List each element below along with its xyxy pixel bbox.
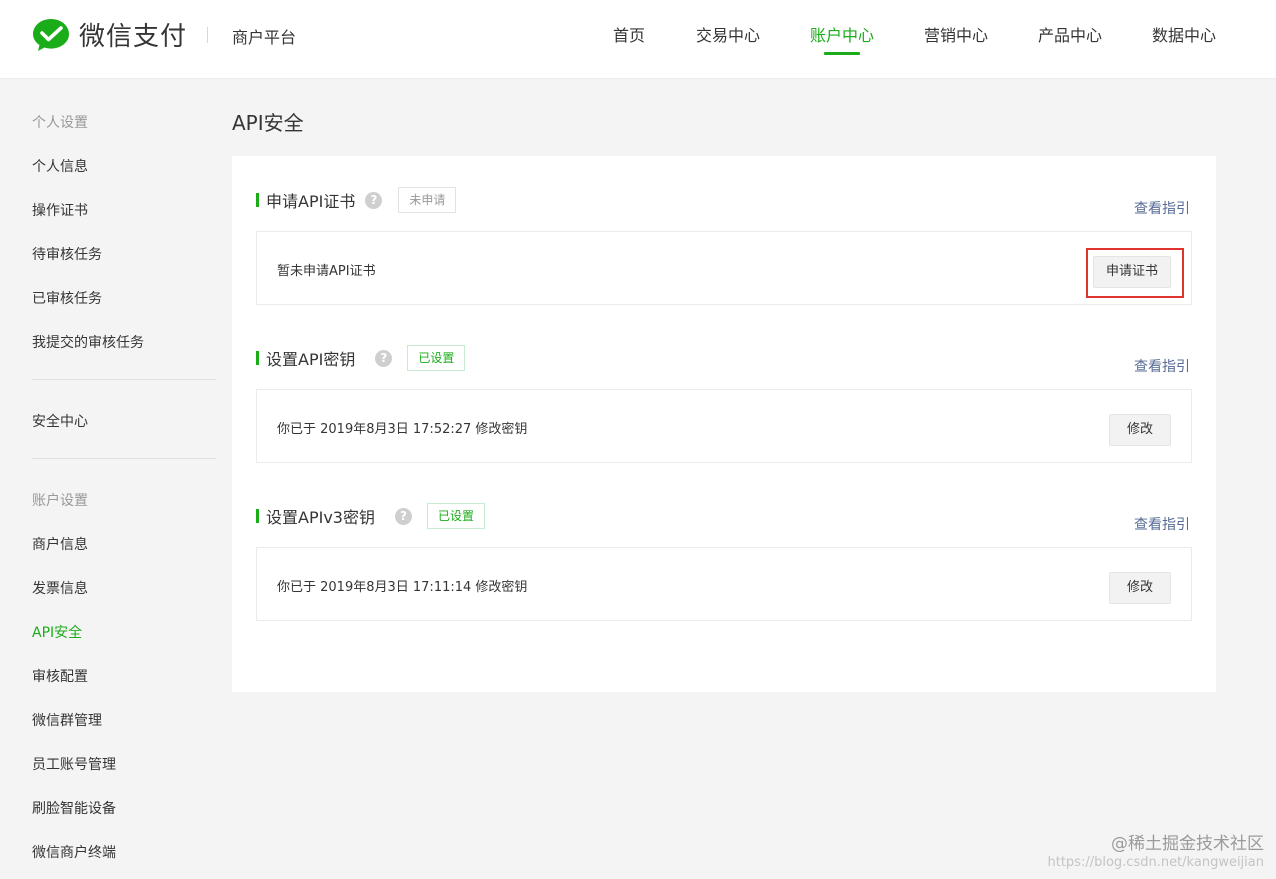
section-accent-bar (256, 351, 259, 365)
section-box-api-certificate: 暂未申请API证书 申请证书 (256, 231, 1192, 305)
help-icon[interactable]: ? (375, 349, 393, 367)
nav-item-product-center[interactable]: 产品中心 (1038, 22, 1102, 46)
page-title: API安全 (232, 111, 304, 135)
watermark-line2: https://blog.csdn.net/kangweijian (1047, 855, 1265, 870)
help-icon[interactable]: ? (365, 191, 383, 209)
highlight-box (1086, 248, 1184, 298)
section-title: 设置APIv3密钥 (266, 508, 375, 527)
sidebar-divider (32, 458, 216, 459)
watermark-line1: @稀土掘金技术社区 (1111, 834, 1264, 854)
sidebar-item-personal-info[interactable]: 个人信息 (32, 156, 88, 176)
help-icon[interactable]: ? (394, 507, 412, 525)
sidebar-item-wechat-merchant-terminal[interactable]: 微信商户终端 (32, 842, 116, 862)
sidebar-item-security-center[interactable]: 安全中心 (32, 411, 88, 431)
sidebar-item-reviewed[interactable]: 已审核任务 (32, 288, 102, 308)
section-header-apiv3-key: 设置APIv3密钥 ? 已设置 (256, 502, 485, 530)
section-status-text: 你已于 2019年8月3日 17:11:14 修改密钥 (277, 580, 528, 595)
sidebar-item-my-submitted-reviews[interactable]: 我提交的审核任务 (32, 332, 144, 352)
section-status-text: 暂未申请API证书 (277, 264, 376, 279)
section-status-text: 你已于 2019年8月3日 17:52:27 修改密钥 (277, 422, 528, 437)
sidebar-item-operation-certificate[interactable]: 操作证书 (32, 200, 88, 220)
nav-item-account-center[interactable]: 账户中心 (810, 22, 874, 46)
sidebar-item-review-config[interactable]: 审核配置 (32, 666, 88, 686)
sidebar-group-personal-settings: 个人设置 (32, 115, 88, 131)
sidebar-group-account-settings: 账户设置 (32, 493, 88, 509)
watermark: @稀土掘金技术社区 https://blog.csdn.net/kangweij… (1048, 833, 1265, 871)
sidebar-item-pending-review[interactable]: 待审核任务 (32, 244, 102, 264)
section-accent-bar (256, 193, 259, 207)
view-guide-link[interactable]: 查看指引 (1134, 514, 1190, 534)
modify-apiv3-key-button[interactable]: 修改 (1109, 572, 1171, 604)
main-nav: 首页 交易中心 账户中心 营销中心 产品中心 数据中心 (0, 22, 1276, 79)
view-guide-link[interactable]: 查看指引 (1134, 198, 1190, 218)
section-header-api-key: 设置API密钥 ? 已设置 (256, 344, 466, 372)
section-title: 设置API密钥 (266, 350, 356, 369)
section-box-apiv3-key: 你已于 2019年8月3日 17:11:14 修改密钥 修改 (256, 547, 1192, 621)
sidebar-item-wechat-group-management[interactable]: 微信群管理 (32, 710, 102, 730)
top-navigation-bar: 微信支付 商户平台 首页 交易中心 账户中心 营销中心 产品中心 数据中心 (0, 0, 1276, 79)
api-security-card: 申请API证书 ? 未申请 查看指引 暂未申请API证书 申请证书 设置API密… (232, 156, 1216, 692)
sidebar-divider (32, 379, 216, 380)
sidebar-item-invoice-info[interactable]: 发票信息 (32, 578, 88, 598)
nav-item-data-center[interactable]: 数据中心 (1152, 22, 1216, 46)
sidebar-item-face-pay-devices[interactable]: 刷脸智能设备 (32, 798, 116, 818)
sidebar-item-merchant-info[interactable]: 商户信息 (32, 534, 88, 554)
sidebar-item-staff-account-management[interactable]: 员工账号管理 (32, 754, 116, 774)
section-box-api-key: 你已于 2019年8月3日 17:52:27 修改密钥 修改 (256, 389, 1192, 463)
section-accent-bar (256, 509, 259, 523)
status-badge: 已设置 (426, 503, 485, 529)
nav-active-indicator (824, 52, 860, 55)
section-header-api-certificate: 申请API证书 ? 未申请 (256, 186, 457, 214)
section-title: 申请API证书 (266, 192, 356, 211)
status-badge: 已设置 (407, 345, 466, 371)
nav-item-home[interactable]: 首页 (613, 22, 645, 46)
modify-api-key-button[interactable]: 修改 (1109, 414, 1171, 446)
status-badge: 未申请 (398, 187, 457, 213)
nav-item-trade-center[interactable]: 交易中心 (696, 22, 760, 46)
nav-item-marketing-center[interactable]: 营销中心 (924, 22, 988, 46)
sidebar-item-api-security[interactable]: API安全 (32, 622, 82, 642)
view-guide-link[interactable]: 查看指引 (1134, 356, 1190, 376)
